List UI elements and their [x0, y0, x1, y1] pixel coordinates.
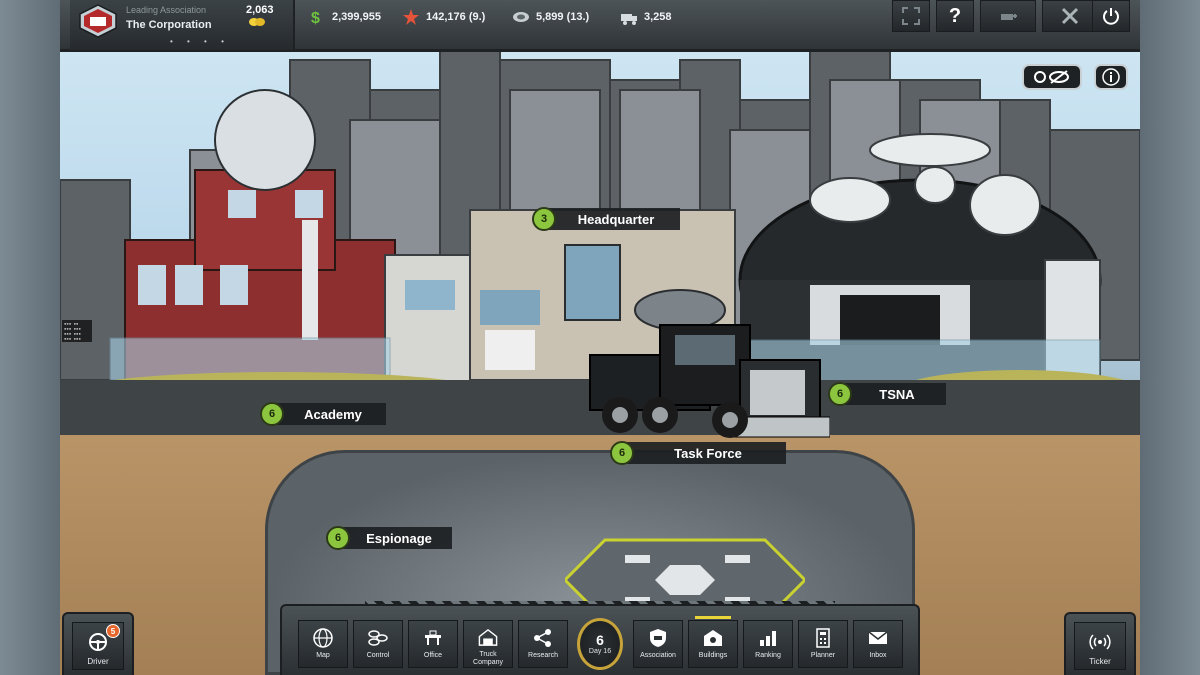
nav-label: Map [316, 652, 330, 659]
game-scene [60, 40, 1140, 675]
logout-button[interactable] [1092, 0, 1130, 32]
prestige-value: 142,176 (9.) [426, 11, 486, 23]
association-subtitle: Leading Association [126, 5, 207, 15]
svg-text:$: $ [311, 10, 320, 26]
nav-label: Office [423, 652, 443, 659]
building-name: TSNA [844, 383, 946, 405]
add-truck-button[interactable] [980, 0, 1036, 32]
gold-icon [249, 18, 265, 27]
driver-panel: Driver 5 [62, 612, 134, 675]
ranking-icon [760, 631, 776, 646]
cash-icon: $ [311, 10, 320, 26]
gold-value: 2,063 [246, 4, 274, 16]
info-icon [1102, 68, 1120, 86]
association-panel[interactable]: Leading Association The Corporation • • … [70, 0, 295, 50]
control-icon [368, 630, 388, 646]
day-number: 6 [596, 632, 604, 648]
building-label-tsna[interactable]: 6 TSNA [828, 382, 946, 406]
truck-add-icon [1001, 14, 1017, 20]
help-icon: ? [948, 4, 962, 27]
building-label-academy[interactable]: 6 Academy [260, 402, 386, 426]
nav-inbox[interactable]: Inbox [853, 620, 903, 668]
cash-stat: $ 2,399,955 [308, 8, 381, 26]
star-icon [403, 9, 419, 25]
help-button[interactable]: ? [936, 0, 974, 32]
nav-planner[interactable]: Planner [798, 620, 848, 668]
reputation-value: 5,899 (13.) [536, 11, 590, 23]
ticker-panel: Ticker [1064, 612, 1136, 675]
fullscreen-icon [902, 7, 920, 25]
trucks-value: 3,258 [644, 11, 672, 23]
nav-label: Planner [810, 652, 836, 659]
broadcast-icon [1089, 634, 1111, 650]
nav-label: Association [640, 652, 676, 659]
visibility-toggle[interactable] [1022, 64, 1082, 90]
reputation-stat: 5,899 (13.) [512, 8, 589, 26]
gold-counter: 2,063 [246, 4, 293, 28]
level-badge: 6 [610, 441, 634, 465]
nav-buildings[interactable]: Buildings [688, 616, 738, 668]
association-pager[interactable]: • • • • [170, 37, 230, 46]
eye-off-icon [1034, 70, 1069, 84]
nav-label: Inbox [869, 652, 887, 659]
day-indicator[interactable]: 6 Day 16 [577, 618, 623, 670]
nav-label: Truck Company [473, 651, 503, 666]
nav-ranking[interactable]: Ranking [743, 620, 793, 668]
nav-label: Buildings [698, 652, 728, 659]
association-name: The Corporation [126, 19, 212, 31]
building-label-headquarter[interactable]: 3 Headquarter [532, 207, 680, 231]
nav-association[interactable]: Association [633, 620, 683, 668]
tools-icon [1061, 7, 1079, 25]
driver-notification-badge: 5 [106, 624, 120, 638]
nav-label: Research [528, 652, 558, 659]
ticker-label: Ticker [1089, 657, 1111, 666]
right-frame [1140, 0, 1200, 675]
debug-overlay: ▪▪▪ ▪▪ ▪▪▪ ▪▪▪ ▪▪▪ ▪▪▪ ▪▪▪ ▪▪▪ [62, 320, 92, 342]
truck-icon [621, 14, 637, 25]
day-label: Day 16 [588, 648, 612, 655]
ticker-button[interactable]: Ticker [1074, 622, 1126, 670]
shield-icon [650, 629, 666, 647]
steering-wheel-icon [89, 633, 107, 651]
info-button[interactable] [1094, 64, 1128, 90]
nav-control[interactable]: Control [353, 620, 403, 668]
prestige-stat: 142,176 (9.) [402, 8, 485, 26]
level-badge: 6 [828, 382, 852, 406]
buildings-icon [704, 630, 722, 646]
building-name: Academy [276, 403, 386, 425]
driver-label: Driver [87, 657, 109, 666]
nav-map[interactable]: Map [298, 620, 348, 668]
building-name: Headquarter [548, 208, 680, 230]
left-frame [0, 0, 60, 675]
planner-icon [816, 628, 830, 648]
nav-label: Control [366, 652, 390, 659]
building-name: Task Force [626, 442, 786, 464]
task-force-truck [589, 289, 830, 438]
nav-truck-company[interactable]: Truck Company [463, 620, 513, 668]
trucks-stat: 3,258 [620, 8, 672, 26]
cash-value: 2,399,955 [332, 11, 381, 23]
level-badge: 3 [532, 207, 556, 231]
research-icon [534, 629, 551, 647]
nav-label: Ranking [755, 652, 781, 659]
handshake-icon [513, 12, 529, 22]
garage-icon [478, 628, 498, 646]
office-icon [425, 630, 441, 645]
mail-icon [868, 631, 888, 644]
level-badge: 6 [326, 526, 350, 550]
building-name: Espionage [342, 527, 452, 549]
fullscreen-button[interactable] [892, 0, 930, 32]
level-badge: 6 [260, 402, 284, 426]
nav-office[interactable]: Office [408, 620, 458, 668]
building-label-espionage[interactable]: 6 Espionage [326, 526, 452, 550]
building-label-task-force[interactable]: 6 Task Force [610, 441, 786, 465]
association-logo-icon [79, 4, 117, 38]
nav-research[interactable]: Research [518, 620, 568, 668]
globe-icon [313, 628, 333, 648]
power-icon [1103, 8, 1119, 25]
settings-button[interactable] [1042, 0, 1098, 32]
top-bar: Leading Association The Corporation • • … [60, 0, 1140, 52]
